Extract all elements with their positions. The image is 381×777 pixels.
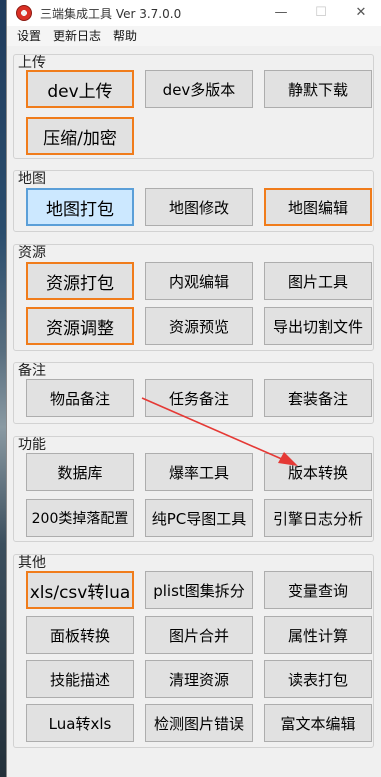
- dev-multi-version-button[interactable]: dev多版本: [145, 70, 253, 108]
- group-resource: 资源 资源打包 内观编辑 图片工具 资源调整 资源预览 导出切割文件: [13, 244, 374, 351]
- panel-convert-button[interactable]: 面板转换: [26, 616, 134, 654]
- plist-atlas-split-button[interactable]: plist图集拆分: [145, 571, 253, 609]
- resource-pack-button[interactable]: 资源打包: [26, 262, 134, 300]
- attribute-calc-button[interactable]: 属性计算: [264, 616, 372, 654]
- dev-upload-button[interactable]: dev上传: [26, 70, 134, 108]
- resource-preview-button[interactable]: 资源预览: [145, 307, 253, 345]
- skill-description-button[interactable]: 技能描述: [26, 660, 134, 698]
- read-table-pack-button[interactable]: 读表打包: [264, 660, 372, 698]
- resource-adjust-button[interactable]: 资源调整: [26, 307, 134, 345]
- menu-settings[interactable]: 设置: [11, 26, 47, 46]
- export-cut-file-button[interactable]: 导出切割文件: [264, 307, 372, 345]
- title-bar[interactable]: 三端集成工具 Ver 3.7.0.0 — ☐ ✕: [7, 0, 381, 26]
- database-button[interactable]: 数据库: [26, 453, 134, 491]
- version-convert-button[interactable]: 版本转换: [264, 453, 372, 491]
- lua-to-xls-button[interactable]: Lua转xls: [26, 704, 134, 742]
- group-title-upload: 上传: [18, 55, 46, 71]
- compress-encrypt-button[interactable]: 压缩/加密: [26, 117, 134, 155]
- xls-csv-to-lua-button[interactable]: xls/csv转lua: [26, 571, 134, 609]
- variable-query-button[interactable]: 变量查询: [264, 571, 372, 609]
- minimize-button[interactable]: —: [261, 0, 301, 26]
- app-window: 三端集成工具 Ver 3.7.0.0 — ☐ ✕ 设置 更新日志 帮助 上传 d…: [6, 0, 381, 777]
- detect-image-error-button[interactable]: 检测图片错误: [145, 704, 253, 742]
- group-title-resource: 资源: [18, 245, 46, 261]
- set-note-button[interactable]: 套装备注: [264, 379, 372, 417]
- maximize-button[interactable]: ☐: [301, 0, 341, 26]
- group-upload: 上传 dev上传 dev多版本 静默下载 压缩/加密: [13, 54, 374, 159]
- group-other: 其他 xls/csv转lua plist图集拆分 变量查询 面板转换 图片合并 …: [13, 554, 374, 748]
- menu-bar: 设置 更新日志 帮助: [7, 26, 381, 46]
- group-title-map: 地图: [18, 171, 46, 187]
- rich-text-edit-button[interactable]: 富文本编辑: [264, 704, 372, 742]
- group-note: 备注 物品备注 任务备注 套装备注: [13, 362, 374, 424]
- window-title: 三端集成工具 Ver 3.7.0.0: [40, 6, 182, 21]
- group-title-function: 功能: [18, 437, 46, 453]
- group-title-other: 其他: [18, 555, 46, 571]
- image-tool-button[interactable]: 图片工具: [264, 262, 372, 300]
- interior-edit-button[interactable]: 内观编辑: [145, 262, 253, 300]
- menu-help[interactable]: 帮助: [107, 26, 143, 46]
- menu-changelog[interactable]: 更新日志: [47, 26, 107, 46]
- group-map: 地图 地图打包 地图修改 地图编辑: [13, 170, 374, 232]
- close-button[interactable]: ✕: [341, 0, 381, 26]
- map-pack-button[interactable]: 地图打包: [26, 188, 134, 226]
- drop-rate-tool-button[interactable]: 爆率工具: [145, 453, 253, 491]
- app-logo-icon: [16, 5, 32, 21]
- item-note-button[interactable]: 物品备注: [26, 379, 134, 417]
- pc-map-export-button[interactable]: 纯PC导图工具: [145, 499, 253, 537]
- map-edit-button[interactable]: 地图编辑: [264, 188, 372, 226]
- engine-log-analysis-button[interactable]: 引擎日志分析: [264, 499, 372, 537]
- image-merge-button[interactable]: 图片合并: [145, 616, 253, 654]
- group-title-note: 备注: [18, 363, 46, 379]
- group-function: 功能 数据库 爆率工具 版本转换 200类掉落配置 纯PC导图工具 引擎日志分析: [13, 436, 374, 542]
- silent-download-button[interactable]: 静默下载: [264, 70, 372, 108]
- map-modify-button[interactable]: 地图修改: [145, 188, 253, 226]
- task-note-button[interactable]: 任务备注: [145, 379, 253, 417]
- drop-config-200-button[interactable]: 200类掉落配置: [26, 499, 134, 537]
- clean-resource-button[interactable]: 清理资源: [145, 660, 253, 698]
